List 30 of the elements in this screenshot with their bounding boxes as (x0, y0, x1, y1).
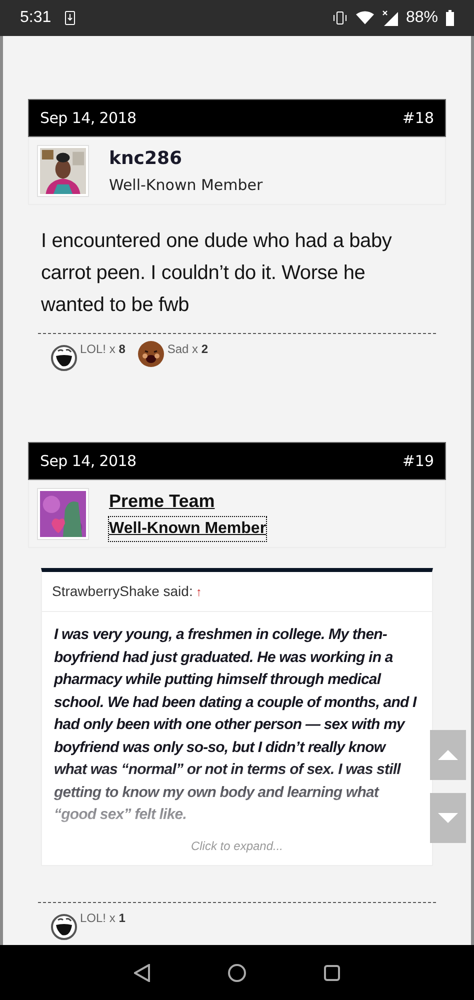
post-number[interactable]: #19 (402, 450, 434, 472)
laughing-face-icon (50, 912, 78, 940)
signal-icon (382, 10, 398, 26)
download-icon (65, 11, 76, 25)
reaction-count[interactable]: LOL! x 8 (80, 340, 126, 358)
user-title[interactable]: Well-Known Member (109, 516, 266, 540)
clock-time: 5:31 (20, 8, 52, 28)
battery-percentage: 88% (406, 8, 438, 28)
post-date[interactable]: Sep 14, 2018 (40, 106, 136, 130)
reaction-count[interactable]: Sad x 2 (167, 340, 208, 358)
post-number[interactable]: #18 (402, 106, 434, 130)
battery-icon (446, 10, 454, 26)
vibrate-icon (332, 11, 348, 25)
quote-author[interactable]: StrawberryShake said: (52, 581, 193, 602)
wifi-icon (356, 11, 374, 25)
username-link[interactable]: knc286 (109, 145, 182, 172)
up-triangle-icon (438, 750, 458, 760)
recents-icon[interactable] (324, 964, 340, 980)
user-title: Well-Known Member (109, 175, 263, 196)
post-date[interactable]: Sep 14, 2018 (40, 450, 136, 472)
jump-arrow-icon[interactable]: ↑ (196, 582, 202, 600)
down-triangle-icon (438, 813, 458, 823)
crying-face-icon (137, 340, 166, 368)
back-icon[interactable] (134, 964, 150, 982)
home-icon[interactable] (228, 964, 246, 982)
quote-text: I was very young, a freshmen in college. My then-boyfriend had just graduated. He was working in a pharmacy while putting himself through medical school. We had been dating a couple of months, and I had only been with one other person — sex with my boyfriend was only so-so, but I didn’t really know what was “normal” or not in terms of sex. I was still getting to know my own body and learning what “good sex” felt like. (52, 625, 418, 825)
username-link[interactable]: Preme Team (109, 488, 215, 514)
laughing-face-icon (50, 344, 78, 372)
reaction-count[interactable]: LOL! x 1 (80, 908, 126, 926)
post-message: I encountered one dude who had a baby carrot peen. I couldn’t do it. Worse he wanted to be fwb (40, 229, 393, 318)
